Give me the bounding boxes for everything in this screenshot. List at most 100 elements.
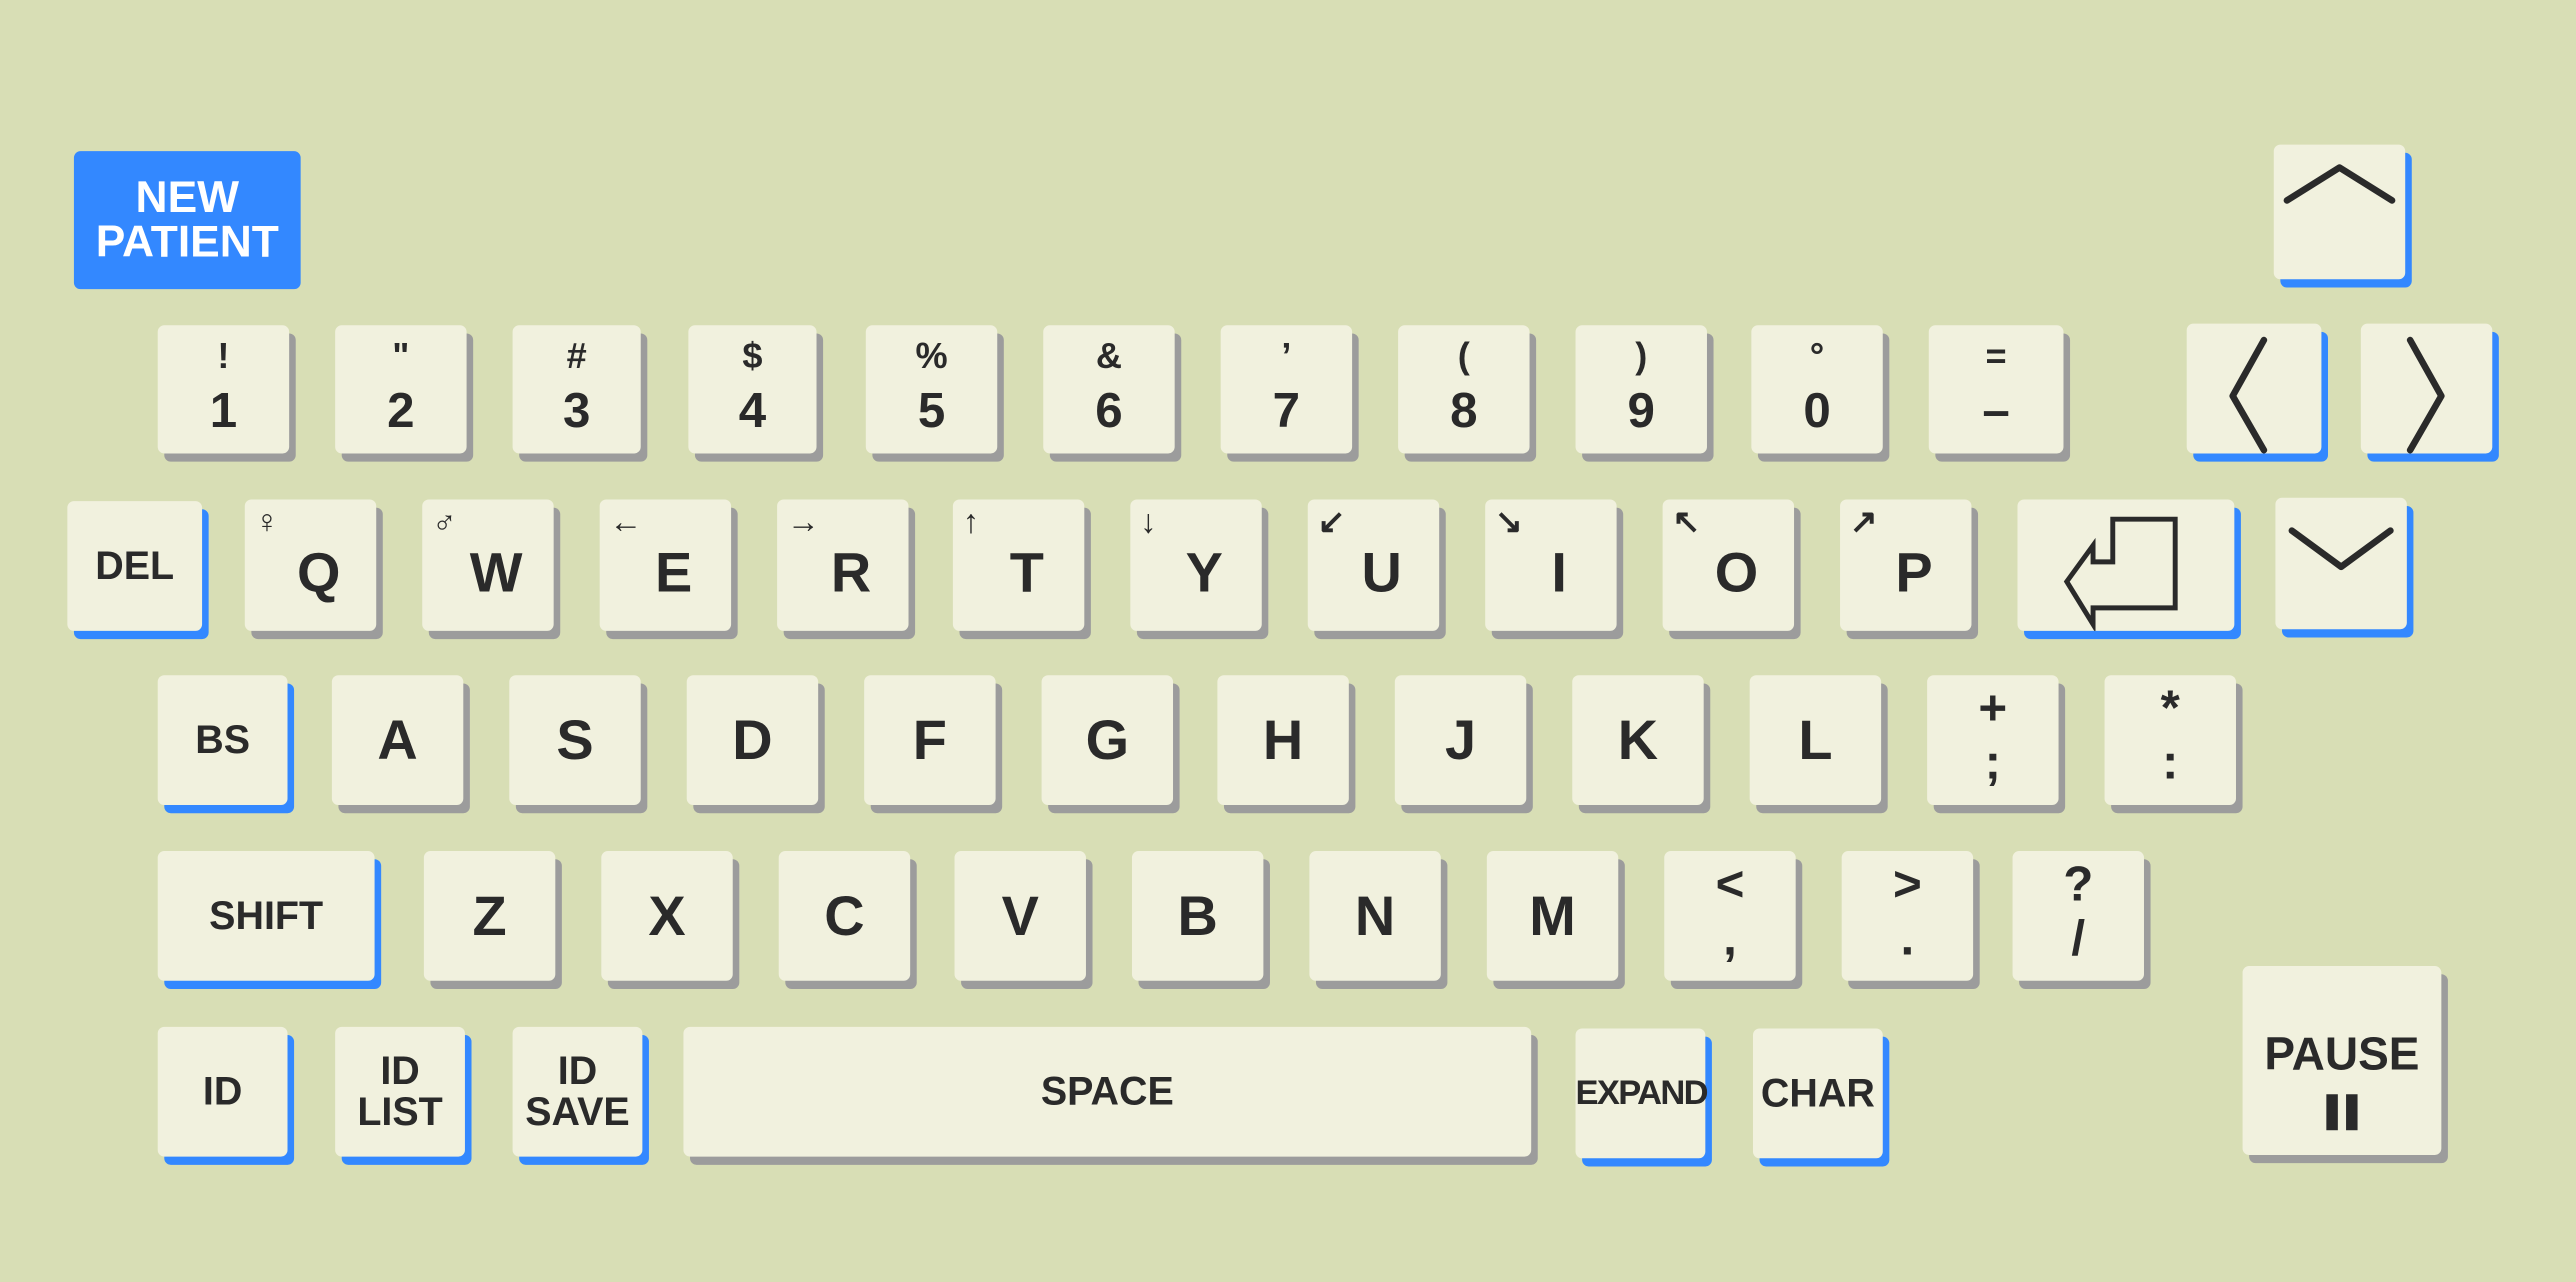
key-label: C [824,884,865,948]
key-label: BS [195,717,251,763]
id-list-key[interactable]: ID LIST [335,1026,465,1157]
key-t[interactable]: ↑ T [952,499,1085,631]
shift-symbol: = [1985,335,2007,377]
key-label: R [830,542,872,605]
shift-symbol: → [786,504,820,541]
key-l[interactable]: L [1749,675,1882,806]
key-7[interactable]: ’ 7 [1220,325,1353,454]
key-e[interactable]: ← E [599,499,732,631]
shift-symbol: " [392,335,410,377]
shift-symbol: * [2160,681,2180,737]
key-j[interactable]: J [1394,675,1527,806]
key-label: A [377,708,418,772]
id-save-key[interactable]: ID SAVE [512,1026,643,1157]
key-y[interactable]: ↓ Y [1130,499,1262,631]
key-label: D [732,708,773,772]
key-label: PAUSE [2264,1028,2420,1080]
shift-symbol: ↗ [1849,504,1878,541]
key-label: 3 [562,384,591,439]
key-z[interactable]: Z [423,851,556,981]
key-9[interactable]: ) 9 [1575,325,1707,454]
enter-key[interactable] [2017,499,2235,631]
key-2[interactable]: " 2 [335,325,467,454]
key-slash[interactable]: ? / [2012,851,2144,981]
key-s[interactable]: S [509,675,641,806]
key-minus[interactable]: = – [1928,325,2064,454]
key-label: 4 [738,384,767,439]
key-0[interactable]: ° 0 [1751,325,1883,454]
key-semicolon[interactable]: +; [1927,675,2059,806]
key-x[interactable]: X [601,851,733,981]
key-label: ; [1984,736,2002,791]
shift-symbol: ( [1457,335,1470,377]
shift-symbol: ↑ [962,504,980,541]
key-w[interactable]: ♂ W [422,499,554,631]
key-i[interactable]: ↘ I [1485,499,1617,631]
chevron-up-icon [2274,145,2405,280]
key-label: DEL [95,543,175,589]
key-colon[interactable]: *: [2104,675,2236,806]
key-m[interactable]: M [1486,851,1619,981]
key-a[interactable]: A [331,675,464,806]
key-3[interactable]: #3 [512,325,641,454]
key-label: : [2162,736,2179,791]
shift-key[interactable]: SHIFT [157,851,375,981]
key-u[interactable]: ↙ U [1307,499,1440,631]
key-label: 9 [1627,384,1655,439]
key-p[interactable]: ↗ P [1840,499,1972,631]
key-q[interactable]: ♀ Q [244,499,377,631]
key-d[interactable]: D [686,675,819,806]
shift-symbol: > [1893,857,1922,912]
arrow-down-key[interactable] [2275,497,2407,630]
key-comma[interactable]: <, [1664,851,1796,981]
shift-symbol: # [566,335,587,377]
key-period[interactable]: >. [1841,851,1974,981]
key-1[interactable]: ! 1 [157,325,290,454]
key-n[interactable]: N [1309,851,1441,981]
key-v[interactable]: V [954,851,1086,981]
id-key[interactable]: ID [157,1026,288,1157]
shift-symbol: ↙ [1317,504,1346,541]
key-label: ID LIST [357,1048,443,1135]
key-r[interactable]: → R [777,499,909,631]
shift-symbol: ♀ [254,504,280,541]
bs-key[interactable]: BS [157,675,288,806]
key-label: 7 [1272,384,1301,439]
shift-symbol: ? [2063,857,2094,912]
shift-symbol: $ [742,335,763,377]
shift-symbol: ↘ [1495,504,1523,541]
char-key[interactable]: CHAR [1752,1028,1883,1159]
key-label: 0 [1803,384,1831,439]
key-label: CHAR [1760,1071,1875,1116]
key-b[interactable]: B [1131,851,1264,981]
shift-symbol: ↓ [1140,504,1157,541]
shift-symbol: < [1715,857,1745,912]
key-g[interactable]: G [1041,675,1174,806]
key-label: U [1361,542,1402,605]
key-label: T [1009,542,1044,605]
key-f[interactable]: F [864,675,996,806]
key-h[interactable]: H [1217,675,1349,806]
key-6[interactable]: & 6 [1043,325,1175,454]
key-label: ID SAVE [525,1048,630,1135]
key-4[interactable]: $4 [688,325,817,454]
pause-key[interactable]: PAUSE [2242,966,2442,1155]
key-label: E [654,542,693,605]
expand-key[interactable]: EXPAND [1575,1028,1709,1159]
key-label: F [912,708,947,772]
shift-symbol: ! [217,335,230,377]
arrow-right-key[interactable] [2360,323,2493,454]
key-8[interactable]: (8 [1398,325,1530,454]
key-o[interactable]: ↖ O [1662,499,1795,631]
key-label: Z [472,884,507,948]
space-key[interactable]: SPACE [683,1026,1532,1157]
key-label: / [2071,911,2086,967]
key-c[interactable]: C [778,851,911,981]
arrow-up-key[interactable] [2273,144,2406,280]
key-k[interactable]: K [1572,675,1704,806]
arrow-left-key[interactable] [2186,323,2322,454]
key-5[interactable]: % 5 [865,325,998,454]
shift-symbol: ’ [1281,335,1292,377]
new-patient-button[interactable]: NEW PATIENT [73,151,301,290]
del-key[interactable]: DEL [67,501,203,631]
